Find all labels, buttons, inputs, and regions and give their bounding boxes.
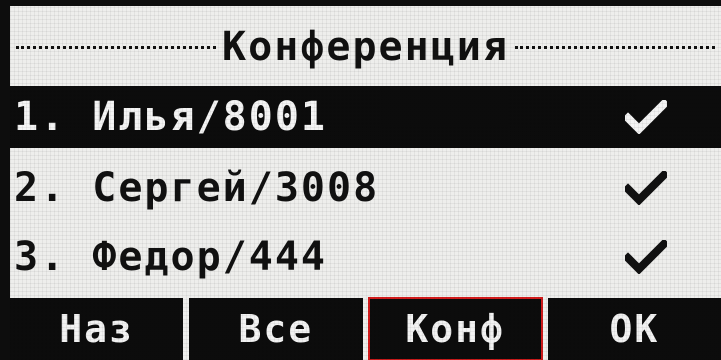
softkey-ok-button[interactable]: OK <box>547 298 721 360</box>
participant-label: 3. Федор/444 <box>14 234 327 280</box>
participant-list: 1. Илья/8001 2. Сергей/3008 3. Федор/444 <box>10 86 721 294</box>
softkey-all-button[interactable]: Все <box>189 298 363 360</box>
check-icon <box>625 171 667 205</box>
participant-row-2[interactable]: 2. Сергей/3008 <box>10 156 721 220</box>
softkey-back-button[interactable]: Наз <box>10 298 184 360</box>
softkey-bar: Наз Все Конф OK <box>10 297 721 360</box>
title-bar: Конференция <box>10 18 721 76</box>
participant-row-1[interactable]: 1. Илья/8001 <box>10 86 721 148</box>
participant-label: 2. Сергей/3008 <box>14 165 380 211</box>
title-divider-right <box>514 45 715 49</box>
check-icon <box>625 240 667 274</box>
phone-lcd-screen: Конференция 1. Илья/8001 2. Сергей/3008 … <box>0 0 721 360</box>
screen-title: Конференция <box>222 24 509 70</box>
title-divider-left <box>16 45 217 49</box>
participant-row-3[interactable]: 3. Федор/444 <box>10 225 721 289</box>
check-icon <box>625 100 667 134</box>
participant-label: 1. Илья/8001 <box>14 94 327 140</box>
softkey-conference-button[interactable]: Конф <box>367 297 543 360</box>
